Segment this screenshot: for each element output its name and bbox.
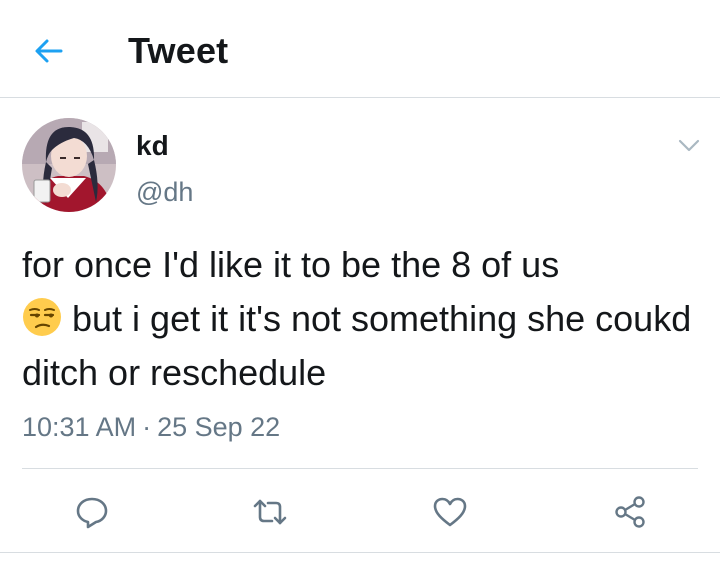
retweet-button[interactable]: [246, 488, 294, 536]
arrow-left-icon: [35, 39, 63, 63]
tweet-menu-button[interactable]: [674, 132, 704, 160]
tweet-text: for once I'd like it to be the 8 of us b…: [22, 238, 702, 400]
tweet-timestamp: 10:31 AM · 25 Sep 22: [22, 412, 280, 443]
timestamp-separator: ·: [142, 412, 152, 442]
tweet-text-rest: but i get it it's not something she couk…: [22, 298, 692, 393]
app-header: Tweet: [0, 0, 720, 98]
avatar[interactable]: [22, 118, 116, 212]
avatar-image: [22, 118, 116, 212]
unamused-face-icon: [23, 298, 61, 336]
author-handle[interactable]: @dh: [136, 177, 193, 208]
share-button[interactable]: [606, 488, 654, 536]
tweet-actions: [0, 488, 720, 536]
reply-icon: [76, 497, 108, 529]
divider: [22, 468, 698, 469]
share-icon: [615, 496, 645, 528]
chevron-down-icon: [678, 139, 700, 152]
reply-button[interactable]: [68, 488, 116, 536]
tweet-text-line-1: for once I'd like it to be the 8 of us: [22, 244, 560, 285]
back-button[interactable]: [32, 34, 66, 68]
page-title: Tweet: [128, 30, 229, 71]
heart-icon: [433, 497, 467, 527]
divider-bottom: [0, 552, 720, 553]
tweet-time: 10:31 AM: [22, 412, 137, 442]
retweet-icon: [253, 499, 287, 525]
author-display-name[interactable]: kd: [136, 130, 169, 162]
like-button[interactable]: [426, 488, 474, 536]
tweet-date: 25 Sep 22: [157, 412, 281, 442]
